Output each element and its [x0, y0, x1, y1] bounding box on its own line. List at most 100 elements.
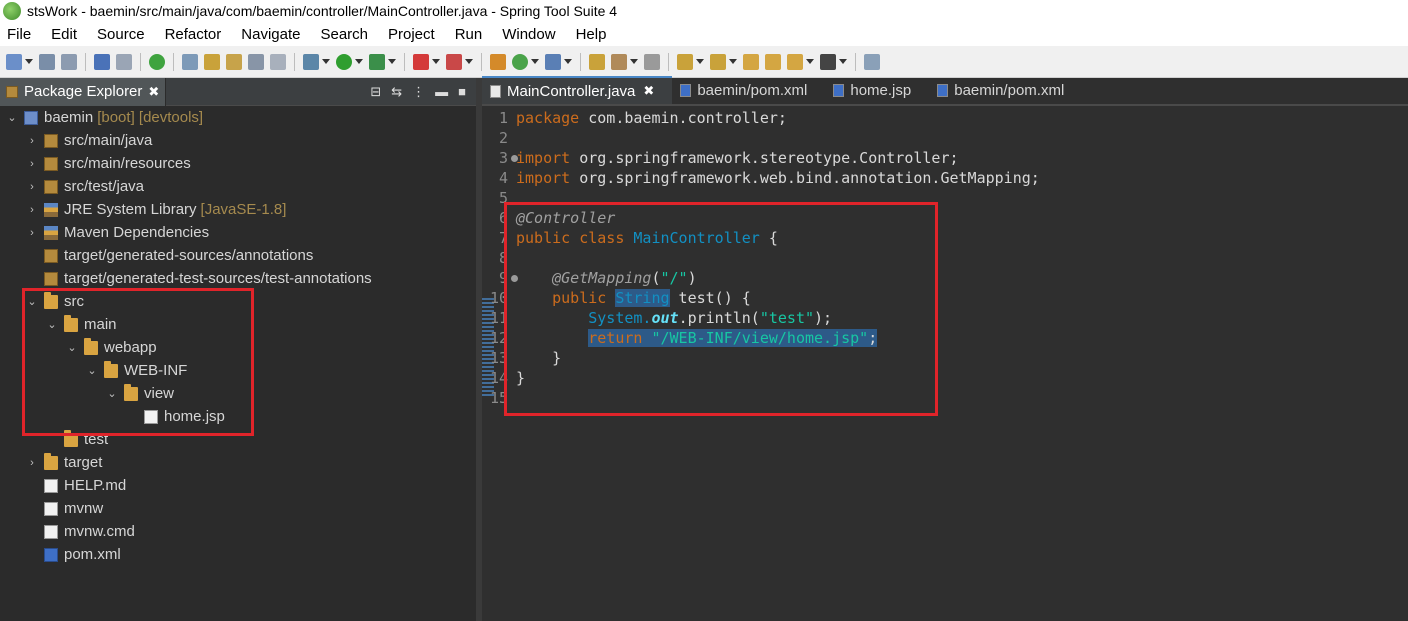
back-arrow-icon[interactable]	[787, 53, 803, 70]
restart-dropdown-icon[interactable]	[465, 59, 473, 64]
tree-item[interactable]: › src/main/java	[0, 129, 476, 152]
file-icon	[44, 501, 58, 516]
open-task-dropdown-icon[interactable]	[564, 59, 572, 64]
close-icon[interactable]: ✖	[643, 83, 654, 99]
view-menu-icon[interactable]: ⋮	[412, 84, 425, 100]
tree-item-label: mvnw	[64, 500, 104, 517]
menu-navigate[interactable]: Navigate	[234, 26, 313, 43]
tree-item[interactable]: mvnw.cmd	[0, 520, 476, 543]
back-dropdown-icon[interactable]	[806, 59, 814, 64]
maximize-icon[interactable]: ■	[458, 84, 466, 100]
next-annotation-dropdown-icon[interactable]	[696, 59, 704, 64]
skip-breakpoints-icon[interactable]	[116, 53, 132, 70]
pen-tool-dropdown-icon[interactable]	[630, 59, 638, 64]
new-java-class-icon[interactable]	[512, 53, 528, 70]
tab-baemin-pom-xml[interactable]: baemin/pom.xml	[672, 76, 825, 104]
pin-icon[interactable]	[644, 53, 660, 70]
stop-dropdown-icon[interactable]	[432, 59, 440, 64]
menu-source[interactable]: Source	[90, 26, 158, 43]
tree-item[interactable]: › src/test/java	[0, 175, 476, 198]
block-selection-icon[interactable]	[248, 53, 264, 70]
save-icon[interactable]	[39, 53, 55, 70]
tab-package-explorer[interactable]: Package Explorer ✖	[0, 77, 167, 106]
package-folder-icon	[44, 133, 58, 148]
open-type-icon[interactable]	[182, 53, 198, 70]
menu-help[interactable]: Help	[569, 26, 620, 43]
run-dropdown-icon[interactable]	[355, 59, 363, 64]
restart-icon[interactable]	[446, 53, 462, 70]
close-icon[interactable]: ✖	[148, 84, 159, 100]
save-all-icon[interactable]	[61, 53, 77, 70]
run-external-icon[interactable]	[369, 53, 385, 70]
boot-dashboard-icon[interactable]	[149, 53, 165, 70]
forward-dropdown-icon[interactable]	[839, 59, 847, 64]
minimize-icon[interactable]: ▬	[435, 84, 448, 100]
next-annotation-icon[interactable]	[677, 53, 693, 70]
toolbar-separator	[173, 52, 174, 71]
tree-item[interactable]: › Maven Dependencies	[0, 221, 476, 244]
forward-arrow-icon[interactable]	[820, 53, 836, 70]
chevron-down-icon[interactable]: ⌄	[6, 111, 18, 124]
menu-edit[interactable]: Edit	[44, 26, 90, 43]
editor-tab-label: baemin/pom.xml	[697, 81, 808, 99]
open-task-icon[interactable]	[545, 53, 561, 70]
debug-icon[interactable]	[303, 53, 319, 70]
tree-item[interactable]: › src/main/resources	[0, 152, 476, 175]
tab-home-jsp[interactable]: home.jsp	[825, 76, 929, 104]
tree-item[interactable]: › JRE System Library [JavaSE-1.8]	[0, 198, 476, 221]
tab-baemin-pom-xml-2[interactable]: baemin/pom.xml	[929, 76, 1082, 104]
tree-item[interactable]: target/generated-test-sources/test-annot…	[0, 267, 476, 290]
toolbar-separator	[404, 52, 405, 71]
open-folder-icon[interactable]	[589, 53, 605, 70]
chevron-right-icon[interactable]: ›	[26, 457, 38, 469]
pen-tool-icon[interactable]	[611, 53, 627, 70]
tree-item[interactable]: mvnw	[0, 497, 476, 520]
chevron-right-icon[interactable]: ›	[26, 204, 38, 216]
menu-window[interactable]: Window	[495, 26, 568, 43]
chevron-right-icon[interactable]: ›	[26, 227, 38, 239]
mark-occurrences-icon[interactable]	[204, 53, 220, 70]
debug-dropdown-icon[interactable]	[322, 59, 330, 64]
chevron-right-icon[interactable]: ›	[26, 135, 38, 147]
link-with-editor-icon[interactable]: ⇆	[391, 84, 402, 100]
chevron-right-icon[interactable]: ›	[26, 158, 38, 170]
previous-annotation-icon[interactable]	[710, 53, 726, 70]
word-wrap-icon[interactable]	[226, 53, 242, 70]
run-external-dropdown-icon[interactable]	[388, 59, 396, 64]
menu-run[interactable]: Run	[448, 26, 496, 43]
last-edit-location-icon[interactable]	[743, 53, 759, 70]
package-explorer-actions: ⊟ ⇆ ⋮ ▬ ■	[370, 84, 476, 100]
tree-item-decoration: [boot] [devtools]	[97, 109, 204, 126]
menu-project[interactable]: Project	[381, 26, 448, 43]
window-title-bar: stsWork - baemin/src/main/java/com/baemi…	[0, 0, 1408, 22]
tree-item[interactable]: HELP.md	[0, 474, 476, 497]
menu-search[interactable]: Search	[313, 26, 381, 43]
back-to-edit-icon[interactable]	[765, 53, 781, 70]
new-class-dropdown-icon[interactable]	[531, 59, 539, 64]
tree-item[interactable]: pom.xml	[0, 543, 476, 566]
perspective-icon[interactable]	[864, 53, 880, 70]
show-whitespace-icon[interactable]	[270, 53, 286, 70]
new-java-package-icon[interactable]	[490, 53, 506, 70]
menu-refactor[interactable]: Refactor	[158, 26, 235, 43]
package-folder-icon	[44, 271, 58, 286]
tree-item-label: src/main/java	[64, 132, 153, 149]
tree-item[interactable]: ⌄ baemin [boot] [devtools]	[0, 106, 476, 129]
stop-icon[interactable]	[413, 53, 429, 70]
toolbar-separator	[140, 52, 141, 71]
previous-annotation-dropdown-icon[interactable]	[729, 59, 737, 64]
main-toolbar	[0, 46, 1408, 78]
fold-marker-icon[interactable]	[511, 155, 518, 162]
new-icon[interactable]	[6, 53, 22, 70]
terminal-icon[interactable]	[94, 53, 110, 70]
new-dropdown-icon[interactable]	[25, 59, 33, 64]
tab-maincontroller-java[interactable]: MainController.java ✖	[482, 76, 673, 104]
run-icon[interactable]	[336, 53, 352, 70]
chevron-right-icon[interactable]: ›	[26, 181, 38, 193]
tree-item[interactable]: target/generated-sources/annotations	[0, 244, 476, 267]
menu-file[interactable]: File	[0, 26, 44, 43]
xml-file-icon	[680, 83, 692, 97]
collapse-all-icon[interactable]: ⊟	[370, 84, 381, 100]
tree-item-label: src/main/resources	[64, 155, 191, 172]
tree-item[interactable]: › target	[0, 451, 476, 474]
